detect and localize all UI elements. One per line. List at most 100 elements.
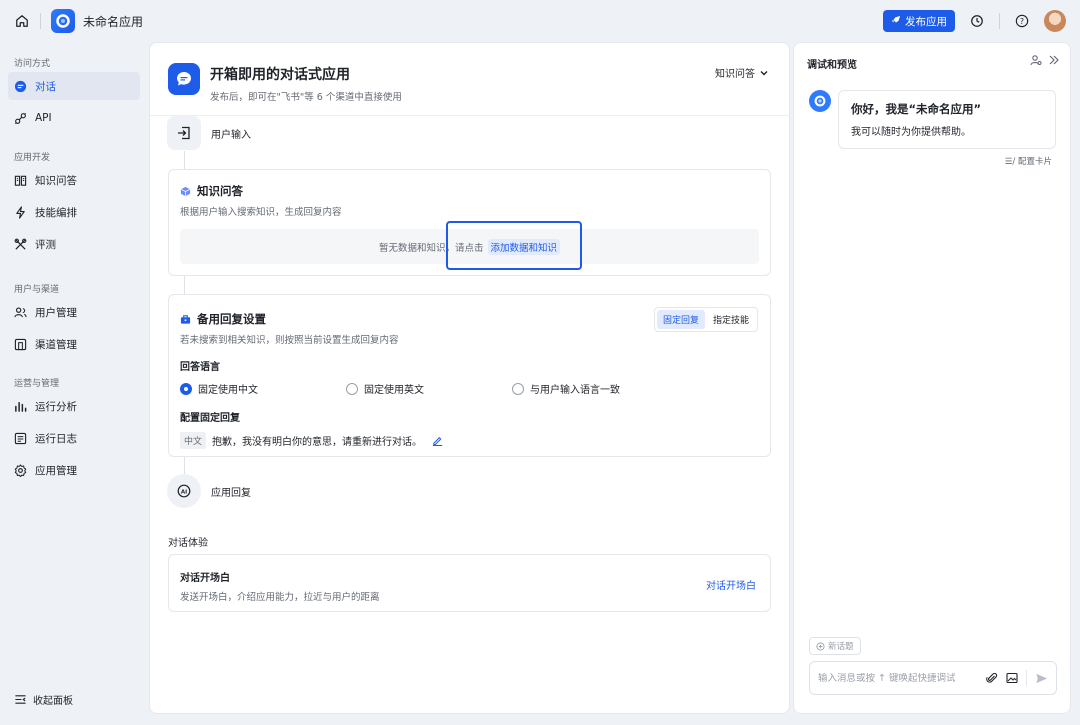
sidebar-item-label: 应用管理: [35, 464, 77, 477]
page-subtitle: 发布后，即可在"飞书"等 6 个渠道中直接使用: [210, 92, 402, 103]
rocket-icon: [891, 15, 901, 28]
preview-title: 调试和预览: [807, 60, 857, 71]
message-input-box: [809, 661, 1057, 695]
double-chevron-right-icon[interactable]: [1048, 54, 1060, 66]
sidebar-item-label: 知识问答: [35, 174, 77, 187]
opening-card: 对话开场白 发送开场白，介绍应用能力，拉近与用户的距离 对话开场白: [168, 554, 771, 612]
page-title: 开箱即用的对话式应用: [210, 67, 350, 83]
channel-icon: [14, 338, 27, 350]
sidebar-item-chat[interactable]: 对话: [8, 72, 140, 100]
edit-icon[interactable]: [432, 435, 443, 446]
seg-specified-skill[interactable]: 指定技能: [707, 310, 755, 329]
new-topic-button[interactable]: 新话题: [809, 637, 861, 655]
sidebar-item-label: 技能编排: [35, 206, 77, 219]
collapse-panel-button[interactable]: 收起面板: [14, 692, 73, 707]
greeting-title: 你好，我是“未命名应用”: [851, 102, 982, 116]
sidebar-item-api[interactable]: API: [8, 104, 140, 132]
radio-chinese[interactable]: 固定使用中文: [180, 381, 346, 396]
chevron-down-icon: [760, 70, 768, 75]
collapse-icon: [15, 695, 26, 704]
image-icon[interactable]: [1006, 672, 1018, 684]
ai-icon: AI: [167, 474, 201, 508]
new-topic-icon: [816, 641, 825, 651]
opening-desc: 发送开场白，介绍应用能力，拉近与用户的距离: [180, 592, 380, 603]
knowledge-title: 知识问答: [197, 184, 243, 198]
mode-select-value: 知识问答: [715, 69, 755, 80]
radio-unchecked-icon: [512, 382, 524, 395]
opening-title: 对话开场白: [180, 573, 230, 584]
sidebar-item-channel-management[interactable]: 渠道管理: [8, 330, 140, 358]
sidebar-item-user-management[interactable]: 用户管理: [8, 298, 140, 326]
bar-chart-icon: [15, 401, 27, 412]
group-title-access: 访问方式: [14, 59, 51, 69]
empty-text: 暂无数据和知识，请点击: [378, 242, 484, 254]
radio-english[interactable]: 固定使用英文: [346, 381, 512, 396]
publish-app-label: 发布应用: [905, 15, 947, 28]
fixed-reply-row: 中文 抱歉，我没有明白你的意思，请重新进行对话。: [180, 432, 759, 449]
api-icon: [14, 112, 27, 124]
main-panel: 开箱即用的对话式应用 发布后，即可在"飞书"等 6 个渠道中直接使用 知识问答 …: [149, 42, 790, 714]
config-icon: ☰/: [1004, 157, 1016, 167]
fallback-card: 备用回复设置 若未搜索到相关知识，则按照当前设置生成回复内容 固定回复 指定技能…: [168, 294, 771, 457]
group-title-users: 用户与渠道: [14, 285, 60, 295]
user-switch-icon[interactable]: [1030, 54, 1042, 66]
history-icon[interactable]: [969, 13, 985, 29]
knowledge-empty-state: 暂无数据和知识，请点击 添加数据和知识: [180, 229, 759, 264]
mode-select[interactable]: 知识问答: [715, 65, 769, 80]
help-icon[interactable]: ?: [1014, 13, 1030, 29]
send-icon[interactable]: [1035, 672, 1048, 685]
sidebar-item-label: API: [35, 112, 52, 124]
chat-app-icon: [168, 63, 200, 95]
preview-panel: 调试和预览 你好，我是“未命名应用” 我可以随时为你提供帮助。 ☰/ 配置卡片 …: [793, 42, 1071, 714]
radio-unchecked-icon: [346, 382, 358, 395]
knowledge-card: 知识问答 根据用户输入搜索知识，生成回复内容 暂无数据和知识，请点击 添加数据和…: [168, 169, 771, 276]
sidebar-item-skills[interactable]: 技能编排: [8, 198, 140, 226]
log-icon: [14, 432, 27, 444]
seg-fixed-reply[interactable]: 固定回复: [656, 310, 705, 329]
sidebar-item-analytics[interactable]: 运行分析: [8, 392, 140, 420]
preview-actions: [1030, 54, 1060, 66]
user-avatar[interactable]: [1044, 10, 1066, 32]
sidebar-item-label: 运行分析: [35, 400, 77, 413]
sidebar-item-app-management[interactable]: 应用管理: [8, 456, 140, 484]
gear-icon: [14, 463, 27, 477]
publish-app-button[interactable]: 发布应用: [883, 10, 955, 32]
sidebar-item-logs[interactable]: 运行日志: [8, 424, 140, 452]
radio-label: 固定使用中文: [198, 385, 258, 396]
flash-icon: [16, 205, 25, 219]
radio-checked-icon: [180, 382, 192, 395]
divider: [40, 13, 41, 29]
home-icon[interactable]: [14, 13, 30, 29]
flow-connector: [184, 457, 185, 474]
login-icon: [167, 116, 201, 150]
collapse-panel-label: 收起面板: [33, 696, 73, 707]
sidebar-item-evaluation[interactable]: 评测: [8, 230, 140, 258]
greeting-text: 我可以随时为你提供帮助。: [851, 127, 971, 138]
config-card-label: 配置卡片: [1017, 157, 1052, 167]
attachment-icon[interactable]: [986, 672, 998, 684]
group-title-ops: 运营与管理: [14, 379, 60, 389]
app-logo-icon: [51, 9, 75, 33]
users-icon: [14, 306, 27, 317]
language-tag: 中文: [180, 432, 207, 449]
opening-link[interactable]: 对话开场白: [706, 577, 756, 592]
fallback-title: 备用回复设置: [197, 312, 266, 326]
reply-mode-segmented: 固定回复 指定技能: [653, 307, 758, 332]
radio-label: 与用户输入语言一致: [530, 385, 620, 396]
main-header: 开箱即用的对话式应用 发布后，即可在"飞书"等 6 个渠道中直接使用: [168, 63, 402, 103]
svg-text:AI: AI: [181, 489, 187, 495]
message-input[interactable]: [818, 672, 986, 684]
experience-label: 对话体验: [168, 538, 208, 549]
knowledge-desc: 根据用户输入搜索知识，生成回复内容: [180, 207, 342, 218]
fixed-reply-text: 抱歉，我没有明白你的意思，请重新进行对话。: [212, 437, 423, 448]
config-card-button[interactable]: ☰/ 配置卡片: [1005, 155, 1052, 167]
sidebar-item-label: 对话: [35, 80, 56, 93]
sidebar-item-label: 运行日志: [35, 432, 77, 445]
fixed-reply-heading: 配置固定回复: [180, 413, 240, 424]
radio-follow-user[interactable]: 与用户输入语言一致: [512, 381, 620, 396]
language-radios: 固定使用中文 固定使用英文 与用户输入语言一致: [180, 381, 759, 396]
sidebar-item-knowledge[interactable]: 知识问答: [8, 166, 140, 194]
flow-connector: [184, 276, 185, 294]
add-data-knowledge-link[interactable]: 添加数据和知识: [487, 238, 561, 255]
radio-label: 固定使用英文: [364, 385, 424, 396]
